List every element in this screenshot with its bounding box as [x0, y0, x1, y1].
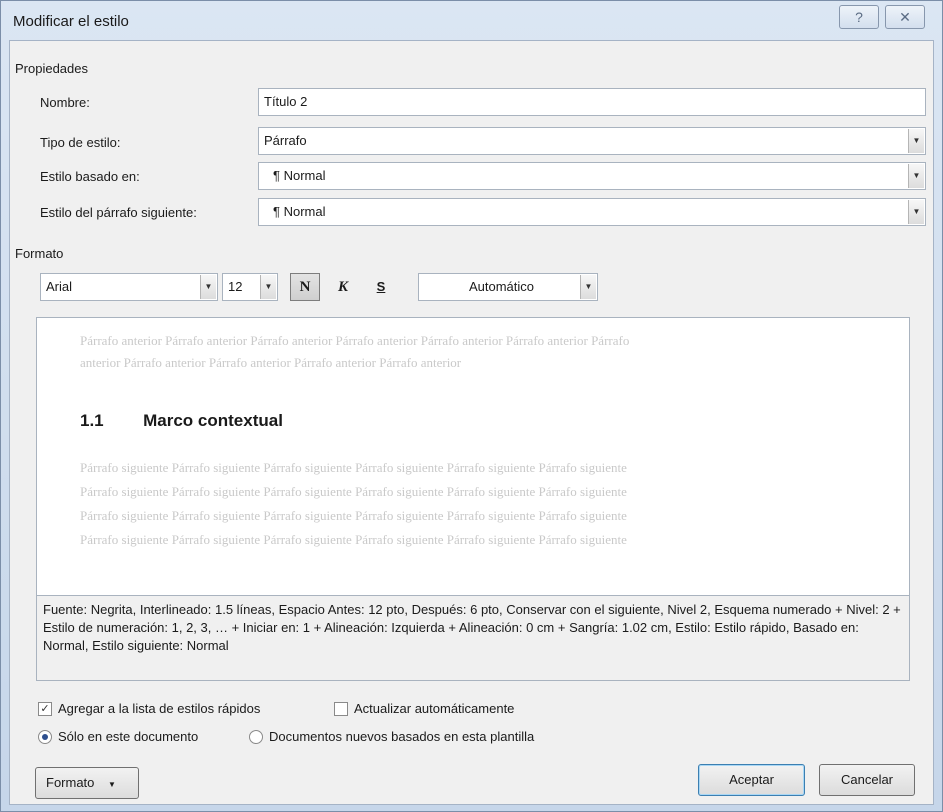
based-on-label: Estilo basado en:: [40, 169, 140, 184]
size-value: 12: [228, 279, 243, 294]
format-section-label: Formato: [15, 246, 64, 261]
size-select[interactable]: 12 ▼: [222, 273, 278, 301]
based-on-value: ¶ Normal: [273, 168, 326, 183]
style-preview: Párrafo anterior Párrafo anterior Párraf…: [36, 317, 910, 597]
font-color-select[interactable]: Automático ▼: [418, 273, 598, 301]
style-type-select[interactable]: Párrafo ▼: [258, 127, 926, 155]
style-type-label: Tipo de estilo:: [40, 135, 121, 150]
accept-button[interactable]: Aceptar: [698, 764, 805, 796]
preview-next-line: Párrafo siguiente Párrafo siguiente Párr…: [80, 460, 627, 475]
next-style-select[interactable]: ¶ Normal ▼: [258, 198, 926, 226]
modify-style-dialog: Modificar el estilo ? ✕ Propiedades Nomb…: [0, 0, 943, 812]
dialog-title: Modificar el estilo: [13, 13, 129, 30]
preview-next-line: Párrafo siguiente Párrafo siguiente Párr…: [80, 532, 627, 547]
auto-update-checkbox[interactable]: [334, 702, 348, 716]
format-menu-label: Formato: [46, 775, 95, 790]
preview-heading-number: 1.1: [80, 411, 104, 430]
auto-update-label[interactable]: Actualizar automáticamente: [354, 701, 514, 716]
preview-prev-line: anterior Párrafo anterior Párrafo anteri…: [80, 355, 462, 370]
only-this-document-label[interactable]: Sólo en este documento: [58, 729, 198, 744]
name-input[interactable]: Título 2: [258, 88, 926, 116]
font-select[interactable]: Arial ▼: [40, 273, 218, 301]
next-style-value: ¶ Normal: [273, 204, 326, 219]
new-documents-template-label[interactable]: Documentos nuevos basados en esta planti…: [269, 729, 534, 744]
style-type-value: Párrafo: [264, 133, 307, 148]
close-icon[interactable]: ✕: [885, 5, 925, 29]
next-style-label: Estilo del párrafo siguiente:: [40, 205, 197, 220]
bold-button[interactable]: N: [290, 273, 320, 301]
chevron-down-icon[interactable]: ▼: [200, 275, 216, 299]
preview-next-line: Párrafo siguiente Párrafo siguiente Párr…: [80, 508, 627, 523]
chevron-down-icon[interactable]: ▼: [908, 129, 924, 153]
name-label: Nombre:: [40, 95, 90, 110]
cancel-button[interactable]: Cancelar: [819, 764, 915, 796]
preview-next-paragraph: Párrafo siguiente Párrafo siguiente Párr…: [80, 456, 889, 552]
format-menu-button[interactable]: Formato ▼: [35, 767, 139, 799]
underline-button[interactable]: S: [366, 273, 396, 301]
chevron-down-icon[interactable]: ▼: [908, 164, 924, 188]
help-icon[interactable]: ?: [839, 5, 879, 29]
chevron-down-icon[interactable]: ▼: [260, 275, 276, 299]
preview-heading: 1.1 Marco contextual: [80, 411, 283, 431]
add-quick-styles-checkbox[interactable]: ✓: [38, 702, 52, 716]
chevron-down-icon[interactable]: ▼: [580, 275, 596, 299]
new-documents-template-radio[interactable]: [249, 730, 263, 744]
only-this-document-radio[interactable]: [38, 730, 52, 744]
font-color-value: Automático: [468, 279, 535, 294]
style-description: Fuente: Negrita, Interlineado: 1.5 línea…: [36, 595, 910, 681]
title-bar: Modificar el estilo ? ✕: [1, 1, 942, 39]
properties-section-label: Propiedades: [15, 61, 88, 76]
based-on-select[interactable]: ¶ Normal ▼: [258, 162, 926, 190]
preview-previous-paragraph: Párrafo anterior Párrafo anterior Párraf…: [80, 330, 889, 374]
add-quick-styles-label[interactable]: Agregar a la lista de estilos rápidos: [58, 701, 260, 716]
font-value: Arial: [46, 279, 73, 294]
preview-next-line: Párrafo siguiente Párrafo siguiente Párr…: [80, 484, 627, 499]
italic-button[interactable]: K: [328, 273, 358, 301]
chevron-down-icon: ▼: [108, 780, 116, 789]
preview-heading-text: Marco contextual: [143, 411, 283, 430]
preview-prev-line: Párrafo anterior Párrafo anterior Párraf…: [80, 333, 630, 348]
chevron-down-icon[interactable]: ▼: [908, 200, 924, 224]
